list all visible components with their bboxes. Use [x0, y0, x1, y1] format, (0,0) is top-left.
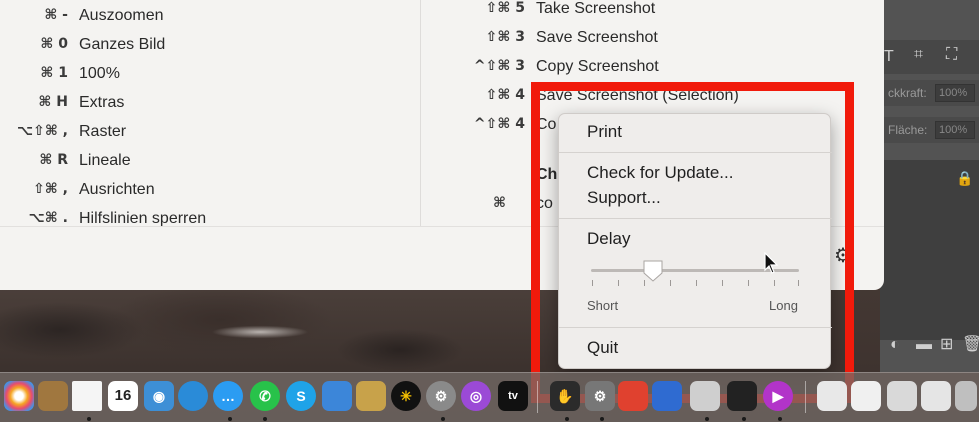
shortcut-keys: ⌘	[493, 195, 506, 211]
contacts-icon[interactable]	[38, 381, 68, 411]
shortcut-keys: ⌘ H	[38, 94, 68, 110]
numbers-icon[interactable]	[851, 381, 881, 411]
layers-toolbar: T ⌗ ⛶	[880, 40, 979, 74]
shortcut-row: ⌘ - Auszoomen	[0, 7, 400, 31]
shortcut-row: ^⇧⌘ 3 Copy Screenshot	[440, 58, 820, 82]
running-indicator	[705, 417, 709, 421]
shortcut-keys: ⇧⌘ 4	[485, 87, 525, 103]
trash-icon[interactable]	[955, 381, 977, 411]
office-icon[interactable]	[618, 381, 648, 411]
shortcut-row: ⌘ 0 Ganzes Bild	[0, 36, 400, 60]
running-indicator	[228, 417, 232, 421]
running-indicator	[441, 417, 445, 421]
shortcut-label: Raster	[79, 123, 127, 140]
trash-panel-icon[interactable]: 🗑	[962, 334, 979, 354]
running-indicator	[742, 417, 746, 421]
shortcut-label: Auszoomen	[79, 7, 164, 24]
layer-list[interactable]: 🔒	[880, 160, 979, 340]
cheatsheet-icon[interactable]: ✋	[550, 381, 580, 411]
calendar-icon[interactable]: 16	[108, 381, 138, 411]
keynote-icon[interactable]	[322, 381, 352, 411]
shortcut-row: ⇧⌘ 3 Save Screenshot	[440, 29, 820, 53]
shortcut-label: Lineale	[79, 152, 131, 169]
opacity-label: ckkraft:	[888, 86, 927, 100]
podcasts-icon[interactable]: ◎	[461, 381, 491, 411]
shortcut-label: Take Screenshot	[536, 0, 656, 17]
shortcut-label: Ganzes Bild	[79, 36, 166, 53]
shortcut-keys: ⌥⌘ .	[28, 210, 68, 226]
fill-label: Fläche:	[888, 123, 928, 137]
artboard-icon[interactable]: ⛶	[946, 46, 957, 64]
photoshop-layers-panel: T ⌗ ⛶ ckkraft: 100% Fläche: 100% 🔒 ◐ ▬ ⊞…	[880, 0, 979, 372]
document-icon[interactable]	[817, 381, 847, 411]
shortcut-label: Extras	[79, 94, 125, 111]
shortcut-keys: ⇧⌘ ,	[33, 181, 68, 197]
running-indicator	[87, 417, 91, 421]
pages-icon[interactable]	[652, 381, 682, 411]
shortcut-row: ⇧⌘ , Ausrichten	[0, 181, 400, 205]
photos-icon[interactable]	[4, 381, 34, 411]
opacity-field[interactable]: 100%	[935, 84, 975, 102]
shortcut-label: Save Screenshot	[536, 29, 658, 46]
screenshot-icon[interactable]	[72, 381, 102, 411]
shortcut-keys: ⌥⇧⌘ ,	[16, 123, 68, 139]
shortcut-row: ⌘ H Extras	[0, 94, 400, 118]
camera-icon[interactable]: ◉	[144, 381, 174, 411]
dock-separator	[805, 381, 806, 413]
highlight-rectangle	[531, 82, 854, 403]
fill-row: Fläche: 100%	[880, 117, 979, 143]
clock-icon[interactable]: ✳	[391, 381, 421, 411]
terminal-icon[interactable]	[727, 381, 757, 411]
running-indicator	[263, 417, 267, 421]
running-indicator	[778, 417, 782, 421]
lock-icon[interactable]: 🔒	[956, 170, 973, 187]
shortcut-keys: ⇧⌘ 5	[485, 0, 525, 16]
shortcut-label: Hilfslinien sperren	[79, 210, 207, 226]
shortcut-keys: ⌘ -	[44, 7, 68, 23]
shortcut-row: ⌘ R Lineale	[0, 152, 400, 176]
tweetbot-icon[interactable]	[178, 381, 208, 411]
column-divider	[420, 0, 421, 226]
shortcut-row: ⌘ 1 100%	[0, 65, 400, 89]
gear-app-icon[interactable]: ⚙	[585, 381, 615, 411]
shortcut-label: 100%	[79, 65, 120, 82]
whatsapp-icon[interactable]: ✆	[250, 381, 280, 411]
shortcut-row: ⌥⇧⌘ , Raster	[0, 123, 400, 147]
dock-separator	[537, 381, 538, 413]
video-app-icon[interactable]: ▶	[763, 381, 793, 411]
running-indicator	[600, 417, 604, 421]
running-indicator	[565, 417, 569, 421]
dock: 16 ◉ … ✆ S ✳ ⚙ ◎ tv ✋ ⚙ ▶	[0, 372, 979, 422]
shortcut-keys: ⌘ 1	[40, 65, 68, 81]
transmit-icon[interactable]	[356, 381, 386, 411]
shortcut-label: Ausrichten	[79, 181, 155, 198]
shortcut-keys: ⌘ R	[39, 152, 68, 168]
opacity-row: ckkraft: 100%	[880, 80, 979, 106]
shortcut-keys: ⇧⌘ 3	[485, 29, 525, 45]
system-preferences-icon[interactable]: ⚙	[426, 381, 456, 411]
shortcut-keys: ⌘ 0	[40, 36, 68, 52]
messages-icon[interactable]: …	[213, 381, 243, 411]
archive-icon[interactable]	[921, 381, 951, 411]
folder-icon[interactable]: ▬	[916, 336, 932, 354]
shortcut-row: ⌥⌘ . Hilfslinien sperren	[0, 210, 400, 226]
skype-icon[interactable]: S	[286, 381, 316, 411]
type-icon[interactable]: T	[884, 48, 894, 66]
adjustment-icon[interactable]: ◐	[890, 336, 900, 354]
apple-tv-icon[interactable]: tv	[498, 381, 528, 411]
fill-field[interactable]: 100%	[935, 121, 975, 139]
shortcut-keys: ^⇧⌘ 4	[473, 116, 525, 132]
file-icon[interactable]	[887, 381, 917, 411]
shortcut-keys: ^⇧⌘ 3	[473, 58, 525, 74]
new-layer-icon[interactable]: ⊞	[940, 334, 953, 354]
preview-icon[interactable]	[690, 381, 720, 411]
shortcut-row: ⇧⌘ 5 Take Screenshot	[440, 0, 820, 24]
wallpaper-surf	[200, 322, 320, 342]
shortcut-label: Copy Screenshot	[536, 58, 659, 75]
transform-icon[interactable]: ⌗	[914, 46, 923, 64]
